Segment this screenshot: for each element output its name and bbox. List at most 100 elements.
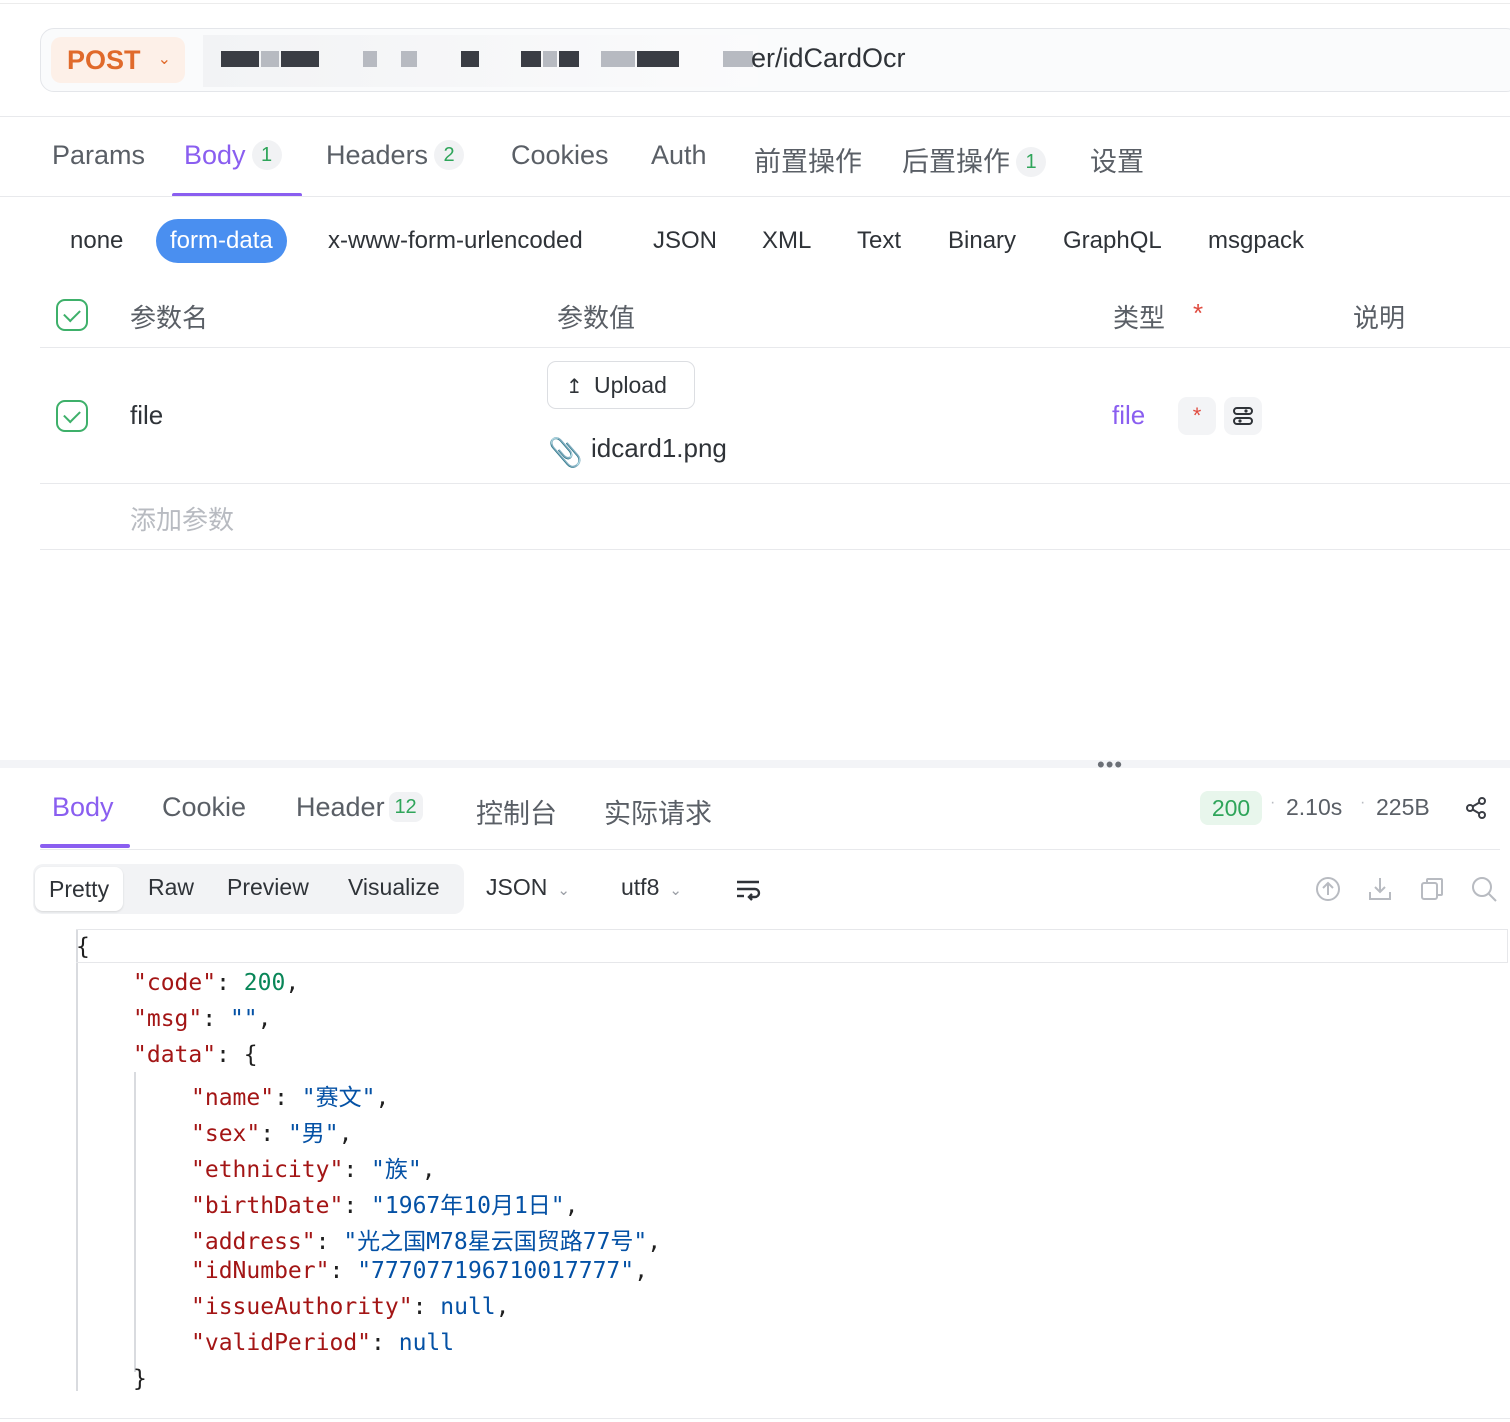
file-name[interactable]: idcard1.png — [591, 433, 727, 464]
column-header-value: 参数值 — [557, 303, 636, 333]
attachment-icon: 📎 — [548, 437, 583, 468]
divider — [40, 549, 1510, 550]
share-icon[interactable] — [1464, 796, 1488, 820]
tab-label: Cookie — [162, 792, 247, 822]
redaction-block — [221, 51, 259, 67]
tab-label: Headers — [326, 140, 429, 170]
body-type-graphql[interactable]: GraphQL — [1063, 227, 1162, 255]
separator-dot: · — [1360, 794, 1366, 811]
view-preview[interactable]: Preview — [227, 874, 309, 901]
tab-label: Body — [184, 140, 246, 170]
redaction-block — [363, 51, 377, 67]
redaction-block — [543, 51, 557, 67]
body-type-json[interactable]: JSON — [653, 227, 717, 255]
upload-button[interactable]: ↥ Upload — [547, 361, 695, 409]
url-redacted-region — [203, 35, 758, 87]
redaction-block — [281, 51, 319, 67]
param-settings-button[interactable] — [1224, 397, 1262, 435]
format-select[interactable]: JSON ⌄ — [486, 874, 570, 901]
select-all-checkbox[interactable] — [56, 299, 88, 331]
current-line-highlight — [76, 929, 1508, 963]
code-line: "address": "光之国M78星云国贸路77号", — [191, 1229, 662, 1255]
tab-headers[interactable]: Headers 2 — [326, 140, 465, 171]
column-header-name: 参数名 — [130, 303, 209, 333]
param-type-select[interactable]: file — [1112, 400, 1145, 431]
divider — [0, 1418, 1510, 1419]
response-size: 225B — [1376, 794, 1430, 820]
code-line: "idNumber": "777077196710017777", — [191, 1258, 648, 1284]
code-line: "code": 200, — [133, 970, 300, 996]
redaction-block — [637, 51, 679, 67]
method-select[interactable]: POST ⌄ — [51, 37, 185, 83]
code-line: "name": "赛文", — [191, 1085, 390, 1111]
divider — [40, 483, 1510, 484]
add-param-input[interactable]: 添加参数 — [130, 500, 234, 537]
view-pretty[interactable]: Pretty — [35, 867, 124, 911]
method-label: POST — [67, 45, 141, 75]
encoding-value: utf8 — [621, 874, 660, 900]
tab-auth[interactable]: Auth — [651, 140, 707, 171]
code-line: { — [76, 934, 90, 960]
response-tab-header[interactable]: Header 12 — [296, 792, 423, 823]
tab-label: 设置 — [1090, 147, 1144, 177]
code-line: "ethnicity": "族", — [191, 1157, 436, 1183]
code-line: "issueAuthority": null, — [191, 1294, 510, 1320]
view-visualize[interactable]: Visualize — [348, 874, 440, 901]
tab-label: Header — [296, 792, 385, 822]
redaction-block — [601, 51, 635, 67]
param-name[interactable]: file — [130, 400, 163, 431]
divider — [40, 849, 1500, 850]
body-type-none[interactable]: none — [70, 227, 123, 255]
body-type-binary[interactable]: Binary — [948, 227, 1016, 255]
upload-label: Upload — [594, 372, 667, 398]
search-icon[interactable] — [1470, 875, 1498, 903]
redaction-block — [461, 51, 479, 67]
column-header-type: 类型 — [1113, 303, 1166, 333]
encoding-select[interactable]: utf8 ⌄ — [621, 874, 682, 901]
divider — [40, 347, 1510, 348]
tab-badge: 1 — [1016, 147, 1046, 177]
tab-label: 后置操作 — [902, 147, 1010, 177]
response-tab-body[interactable]: Body — [52, 792, 114, 823]
code-line: "sex": "男", — [191, 1121, 353, 1147]
download-icon[interactable] — [1366, 875, 1394, 903]
tab-label: Auth — [651, 140, 707, 170]
drag-handle-icon[interactable]: ••• — [1097, 752, 1123, 778]
tab-post-script[interactable]: 后置操作 1 — [902, 140, 1046, 179]
body-type-xml[interactable]: XML — [762, 227, 811, 255]
tab-badge: 12 — [388, 792, 423, 822]
url-input[interactable]: er/idCardOcr — [751, 43, 906, 74]
tab-params[interactable]: Params — [52, 140, 145, 171]
panel-resize-bar[interactable] — [0, 760, 1510, 768]
tab-label: Body — [52, 792, 114, 822]
response-tab-console[interactable]: 控制台 — [476, 792, 557, 831]
upload-icon: ↥ — [566, 376, 583, 398]
copy-icon[interactable] — [1418, 875, 1446, 903]
body-type-urlencoded[interactable]: x-www-form-urlencoded — [328, 227, 583, 255]
body-type-msgpack[interactable]: msgpack — [1208, 227, 1304, 255]
tab-label: 控制台 — [476, 799, 557, 829]
tab-body[interactable]: Body 1 — [184, 140, 282, 171]
code-line: "birthDate": "1967年10月1日", — [191, 1193, 579, 1219]
tab-settings[interactable]: 设置 — [1090, 140, 1144, 179]
redaction-block — [401, 51, 417, 67]
row-checkbox[interactable] — [56, 400, 88, 432]
body-type-form-data[interactable]: form-data — [156, 219, 287, 263]
redaction-block — [521, 51, 541, 67]
tab-cookies[interactable]: Cookies — [511, 140, 609, 171]
separator-dot: · — [1270, 794, 1276, 811]
top-border — [0, 3, 1510, 4]
required-toggle[interactable]: * — [1178, 397, 1216, 435]
tab-pre-script[interactable]: 前置操作 — [754, 140, 862, 179]
wrap-lines-icon[interactable] — [734, 875, 762, 903]
status-badge: 200 — [1200, 791, 1262, 825]
upload-circle-icon[interactable] — [1314, 875, 1342, 903]
response-tab-actual-request[interactable]: 实际请求 — [604, 792, 712, 831]
tab-badge: 1 — [251, 140, 282, 170]
response-tab-cookie[interactable]: Cookie — [162, 792, 246, 823]
view-raw[interactable]: Raw — [148, 874, 194, 901]
chevron-down-icon: ⌄ — [157, 51, 171, 68]
url-bar[interactable]: POST ⌄ er/idCardOcr — [40, 28, 1510, 92]
format-value: JSON — [486, 874, 548, 900]
body-type-text[interactable]: Text — [857, 227, 901, 255]
